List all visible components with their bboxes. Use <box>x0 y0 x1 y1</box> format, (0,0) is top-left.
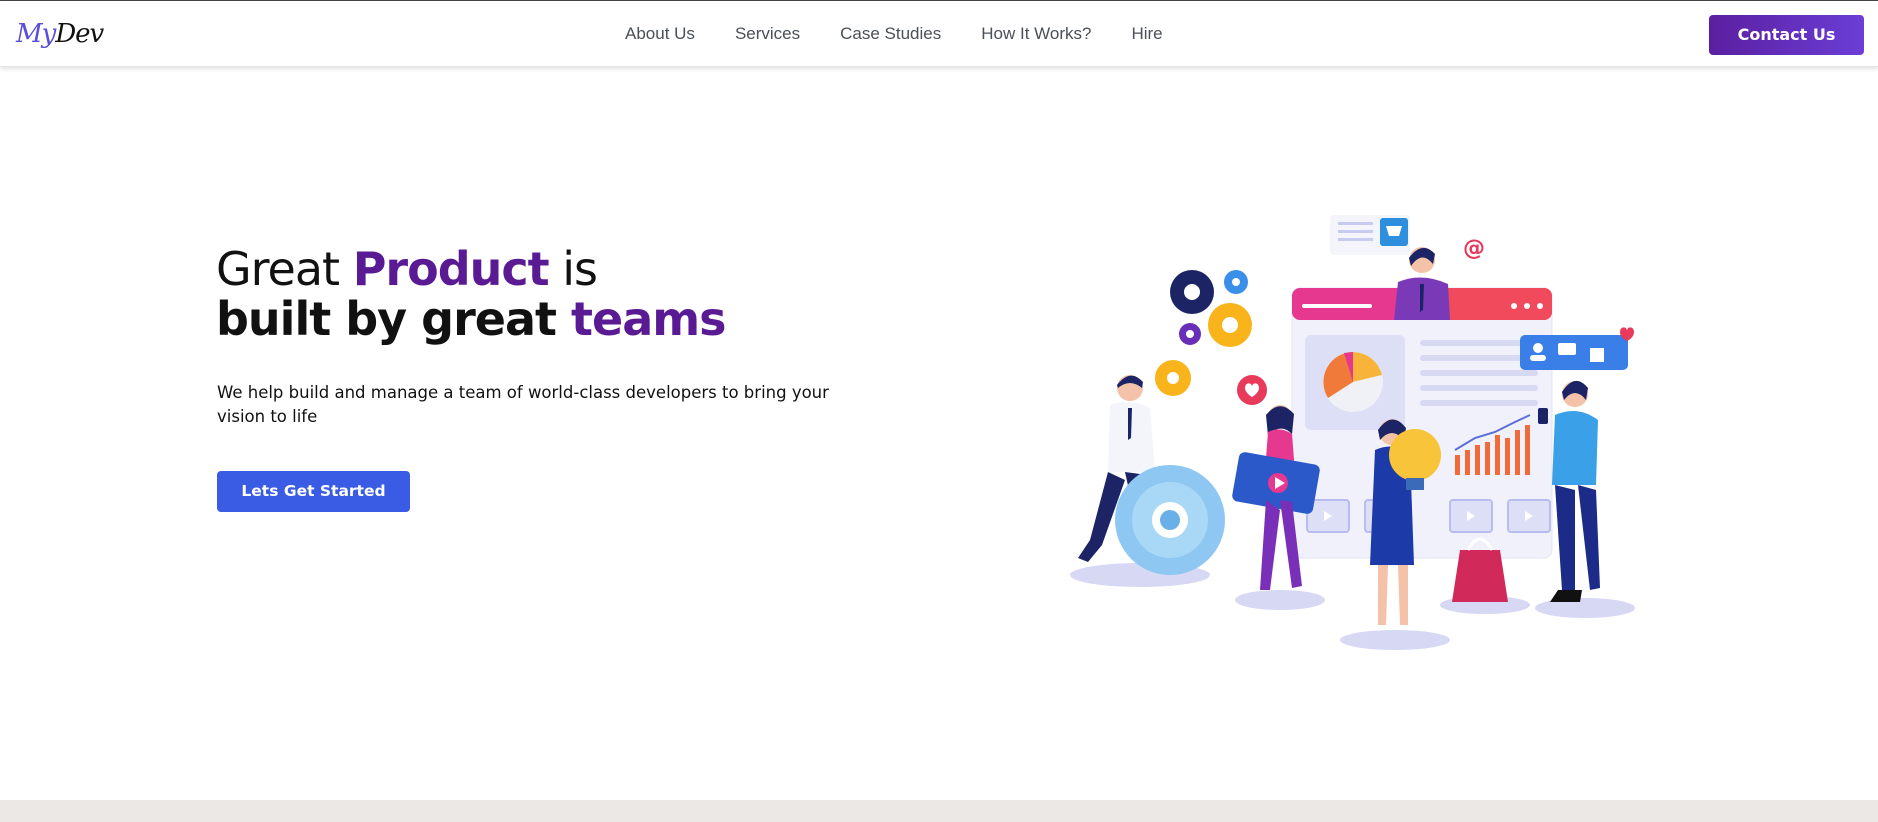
logo[interactable]: MyDev <box>16 17 104 51</box>
email-at-icon: @ <box>1463 236 1485 261</box>
person-man-peeking <box>1394 247 1450 320</box>
hero-title-word-product: Product <box>352 242 550 296</box>
lightbulb-icon <box>1389 429 1441 481</box>
footer-band <box>0 800 1878 822</box>
nav-link-about-us[interactable]: About Us <box>625 23 695 45</box>
hero-title-line2: built by great teams <box>216 294 916 344</box>
logo-dev: Dev <box>55 19 104 49</box>
logo-my: My <box>16 19 56 49</box>
shadow-ellipse <box>1340 630 1450 650</box>
lets-get-started-button[interactable]: Lets Get Started <box>217 471 410 512</box>
hero-title-word-great: Great <box>216 242 340 296</box>
shadow-ellipse <box>1535 598 1635 618</box>
shadow-ellipse <box>1235 590 1325 610</box>
nav-link-services[interactable]: Services <box>735 23 800 45</box>
hero-title-line1: Great Product is <box>216 244 916 294</box>
hero-title: Great Product is built by great teams <box>216 244 916 344</box>
hero-title-word-is: is <box>562 242 598 296</box>
nav-link-how-it-works[interactable]: How It Works? <box>981 23 1091 45</box>
gears-icon <box>1170 270 1252 347</box>
navbar: MyDev About Us Services Case Studies How… <box>0 1 1878 67</box>
hero-title-built-by-great: built by great <box>216 292 557 346</box>
nav-link-case-studies[interactable]: Case Studies <box>840 23 941 45</box>
hero-subtitle: We help build and manage a team of world… <box>217 383 829 426</box>
large-gear-icon <box>1115 465 1225 575</box>
main-nav: About Us Services Case Studies How It Wo… <box>625 23 1203 45</box>
hero-title-word-teams: teams <box>571 292 727 346</box>
nav-link-hire[interactable]: Hire <box>1131 23 1162 45</box>
team-collaboration-illustration: @ <box>1070 215 1635 650</box>
phone-icon <box>1538 408 1548 424</box>
contact-us-button[interactable]: Contact Us <box>1709 15 1864 55</box>
shopping-cart-icon <box>1330 215 1410 255</box>
